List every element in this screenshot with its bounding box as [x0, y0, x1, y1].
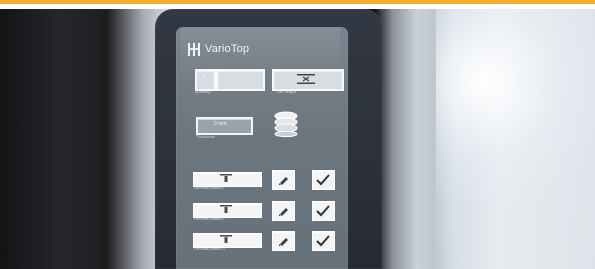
position-icon [220, 205, 232, 213]
quantity-side-box[interactable] [216, 69, 265, 91]
favourite-row-3-edit-button[interactable] [272, 231, 295, 251]
control-screen: VarioTop 1 Quantity Set height 0 mm Thic… [176, 27, 348, 269]
thickness-label: Thickness [196, 134, 215, 139]
brand-title: VarioTop [205, 42, 250, 55]
favourite-row-1-label: Favourite position 1 [194, 186, 225, 190]
quantity-value: 1 [202, 74, 205, 80]
brand-icon [188, 42, 200, 56]
right-glow [436, 9, 595, 269]
favourite-row-2-label: Favourite position 2 [194, 217, 225, 221]
check-icon [316, 174, 330, 186]
quantity-label: Quantity [195, 89, 211, 94]
check-icon [316, 235, 330, 247]
thickness-value: 0 mm [214, 121, 227, 127]
position-icon [220, 174, 232, 182]
height-label: Set height [277, 89, 297, 94]
edit-icon [279, 238, 288, 246]
top-accent-strip [0, 0, 595, 9]
edit-icon [279, 177, 288, 185]
favourite-row-3-label: Favourite position 3 [194, 247, 225, 251]
quantity-box[interactable] [195, 69, 216, 91]
height-adjust-icon [297, 74, 315, 84]
check-icon [316, 205, 330, 217]
favourite-row-1-edit-button[interactable] [272, 170, 295, 190]
favourite-row-3-check-button[interactable] [312, 231, 335, 251]
favourite-row-2-edit-button[interactable] [272, 201, 295, 221]
favourite-row-2-check-button[interactable] [312, 201, 335, 221]
appliance-display-scene: VarioTop 1 Quantity Set height 0 mm Thic… [0, 0, 595, 269]
position-icon [220, 235, 232, 243]
stack-icon [274, 111, 298, 138]
left-shadow [0, 9, 95, 269]
favourite-row-1-check-button[interactable] [312, 170, 335, 190]
edit-icon [279, 208, 288, 216]
brand-area: VarioTop [188, 39, 258, 59]
